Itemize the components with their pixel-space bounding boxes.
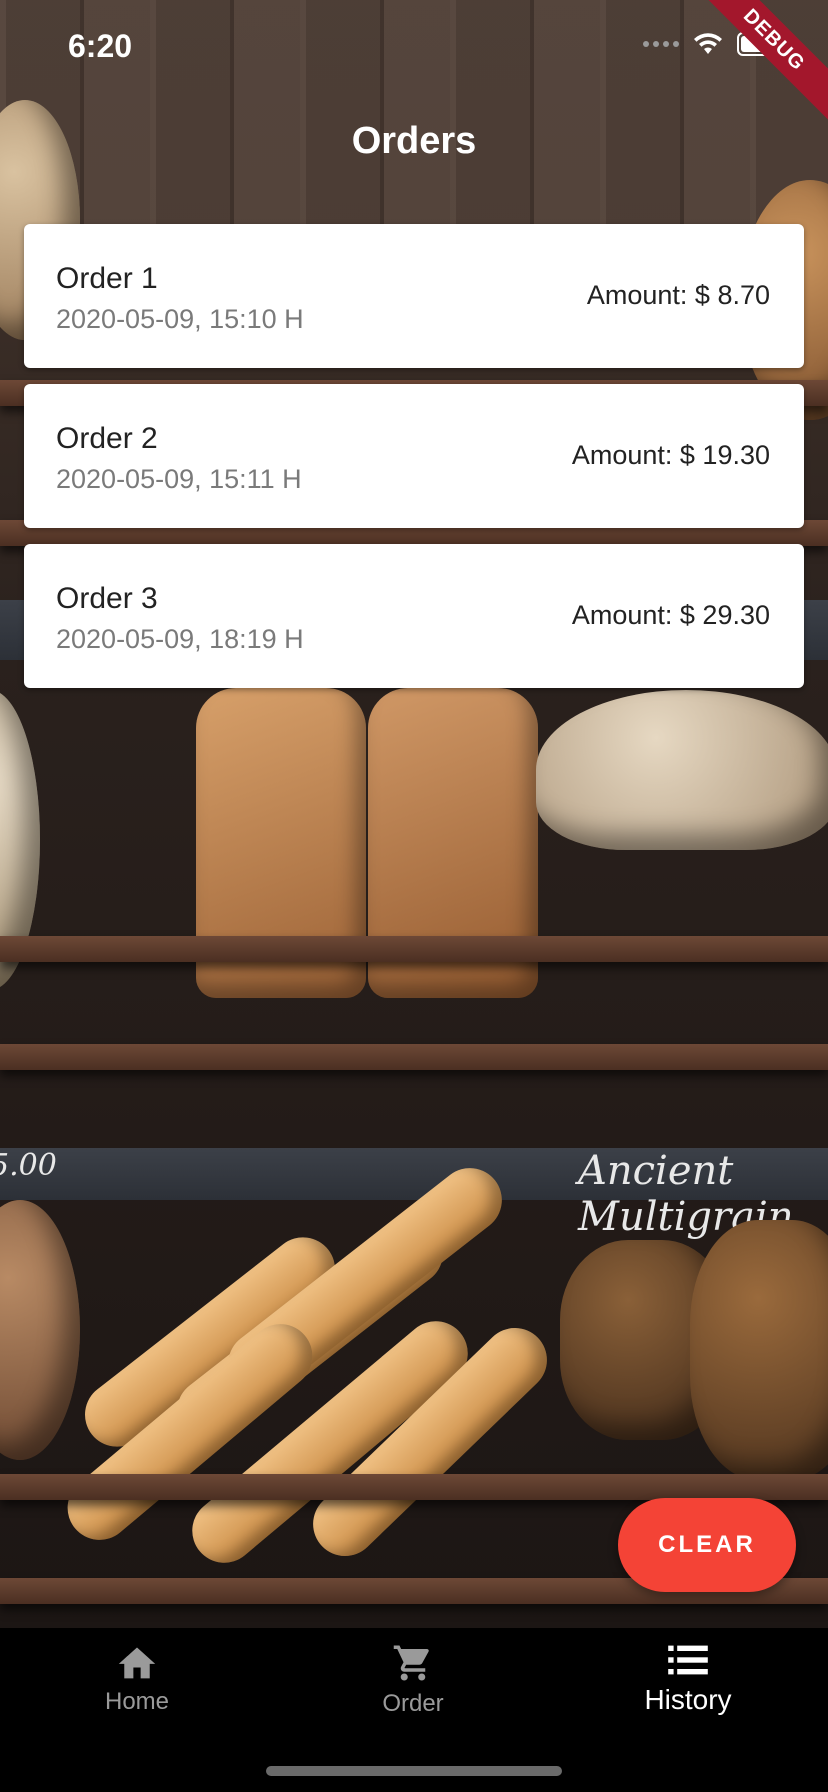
nav-item-order[interactable]: Order xyxy=(323,1642,503,1718)
order-name: Order 2 xyxy=(56,422,158,455)
home-icon xyxy=(118,1647,156,1679)
order-datetime: 2020-05-09, 15:10 H xyxy=(56,304,304,334)
order-card[interactable]: Order 2 2020-05-09, 15:11 H Amount: $ 19… xyxy=(24,384,804,528)
orders-list: Order 1 2020-05-09, 15:10 H Amount: $ 8.… xyxy=(24,224,804,704)
list-icon xyxy=(668,1645,708,1675)
shelf xyxy=(0,1044,828,1070)
nav-label-order: Order xyxy=(382,1690,444,1717)
nav-item-home[interactable]: Home xyxy=(47,1642,227,1716)
chalk-label-left: 5.00 xyxy=(0,1148,57,1183)
cart-icon xyxy=(393,1645,429,1681)
order-card[interactable]: Order 1 2020-05-09, 15:10 H Amount: $ 8.… xyxy=(24,224,804,368)
order-datetime: 2020-05-09, 18:19 H xyxy=(56,624,304,654)
bread-loaf xyxy=(0,1200,80,1460)
nav-label-home: Home xyxy=(104,1688,170,1715)
bread-loaf xyxy=(690,1220,828,1480)
order-name: Order 3 xyxy=(56,582,158,615)
order-amount: Amount: $ 29.30 xyxy=(571,600,770,630)
wifi-icon xyxy=(694,33,722,54)
order-name: Order 1 xyxy=(56,262,158,295)
home-indicator xyxy=(266,1766,562,1776)
shelf xyxy=(0,936,828,962)
order-amount: Amount: $ 8.70 xyxy=(586,280,770,310)
nav-item-history[interactable]: History xyxy=(598,1642,778,1716)
order-card[interactable]: Order 3 2020-05-09, 18:19 H Amount: $ 29… xyxy=(24,544,804,688)
bread-loaf xyxy=(536,690,828,850)
signal-icon xyxy=(643,41,679,47)
nav-label-history: History xyxy=(644,1684,732,1715)
order-amount: Amount: $ 19.30 xyxy=(571,440,770,470)
clear-button[interactable]: CLEAR xyxy=(618,1498,796,1592)
shelf xyxy=(0,1474,828,1500)
status-time: 6:20 xyxy=(68,28,133,64)
order-datetime: 2020-05-09, 15:11 H xyxy=(56,464,302,494)
page-title: Orders xyxy=(351,120,477,162)
